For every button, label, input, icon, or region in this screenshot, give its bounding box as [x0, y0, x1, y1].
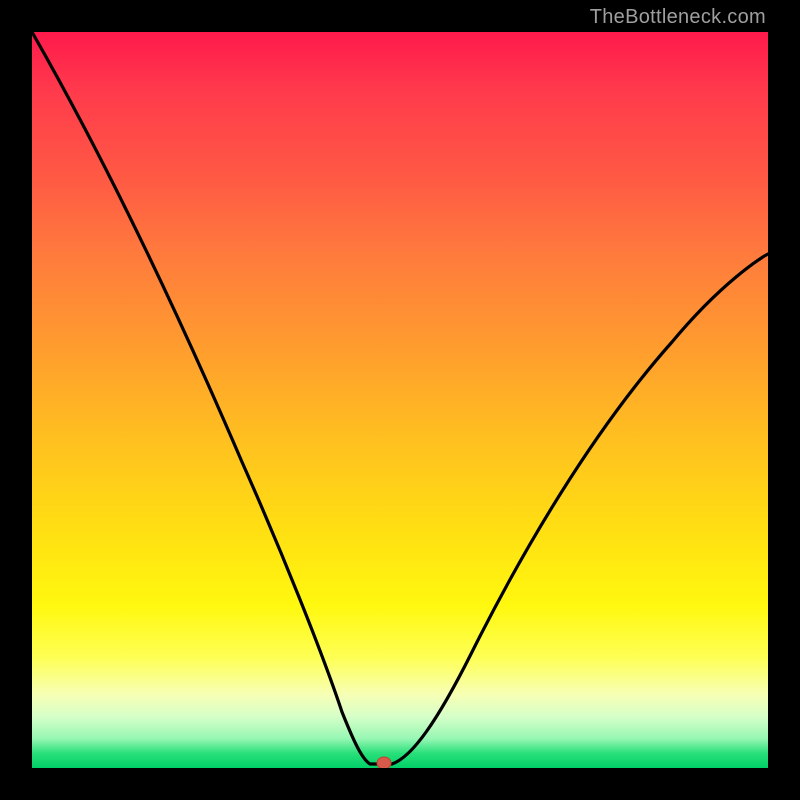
chart-frame: TheBottleneck.com: [0, 0, 800, 800]
watermark-text: TheBottleneck.com: [590, 6, 766, 29]
plot-area: [32, 32, 768, 768]
